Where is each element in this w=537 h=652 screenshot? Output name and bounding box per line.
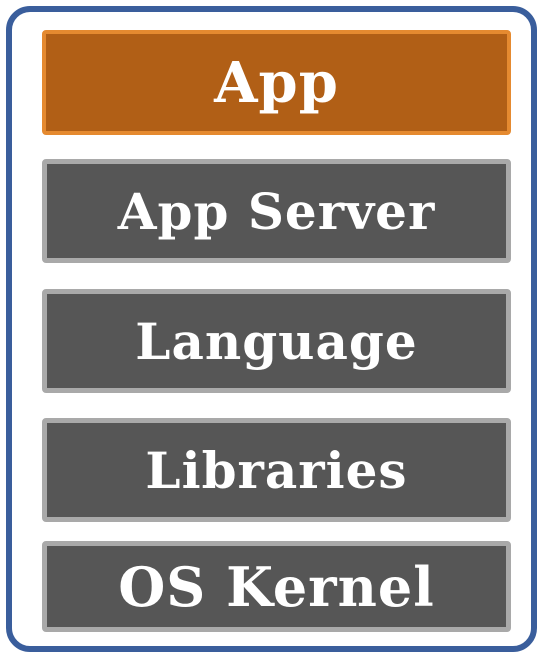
layer-libraries-label: Libraries [145, 440, 408, 500]
layer-app-label: App [214, 49, 339, 116]
layer-app-server-label: App Server [117, 181, 436, 241]
layer-language-label: Language [135, 311, 418, 371]
layer-app-server: App Server [42, 159, 511, 263]
layer-app: App [42, 30, 511, 135]
layer-language: Language [42, 289, 511, 393]
layer-libraries: Libraries [42, 418, 511, 522]
layer-os-kernel-label: OS Kernel [118, 554, 435, 619]
layer-os-kernel: OS Kernel [42, 541, 511, 632]
